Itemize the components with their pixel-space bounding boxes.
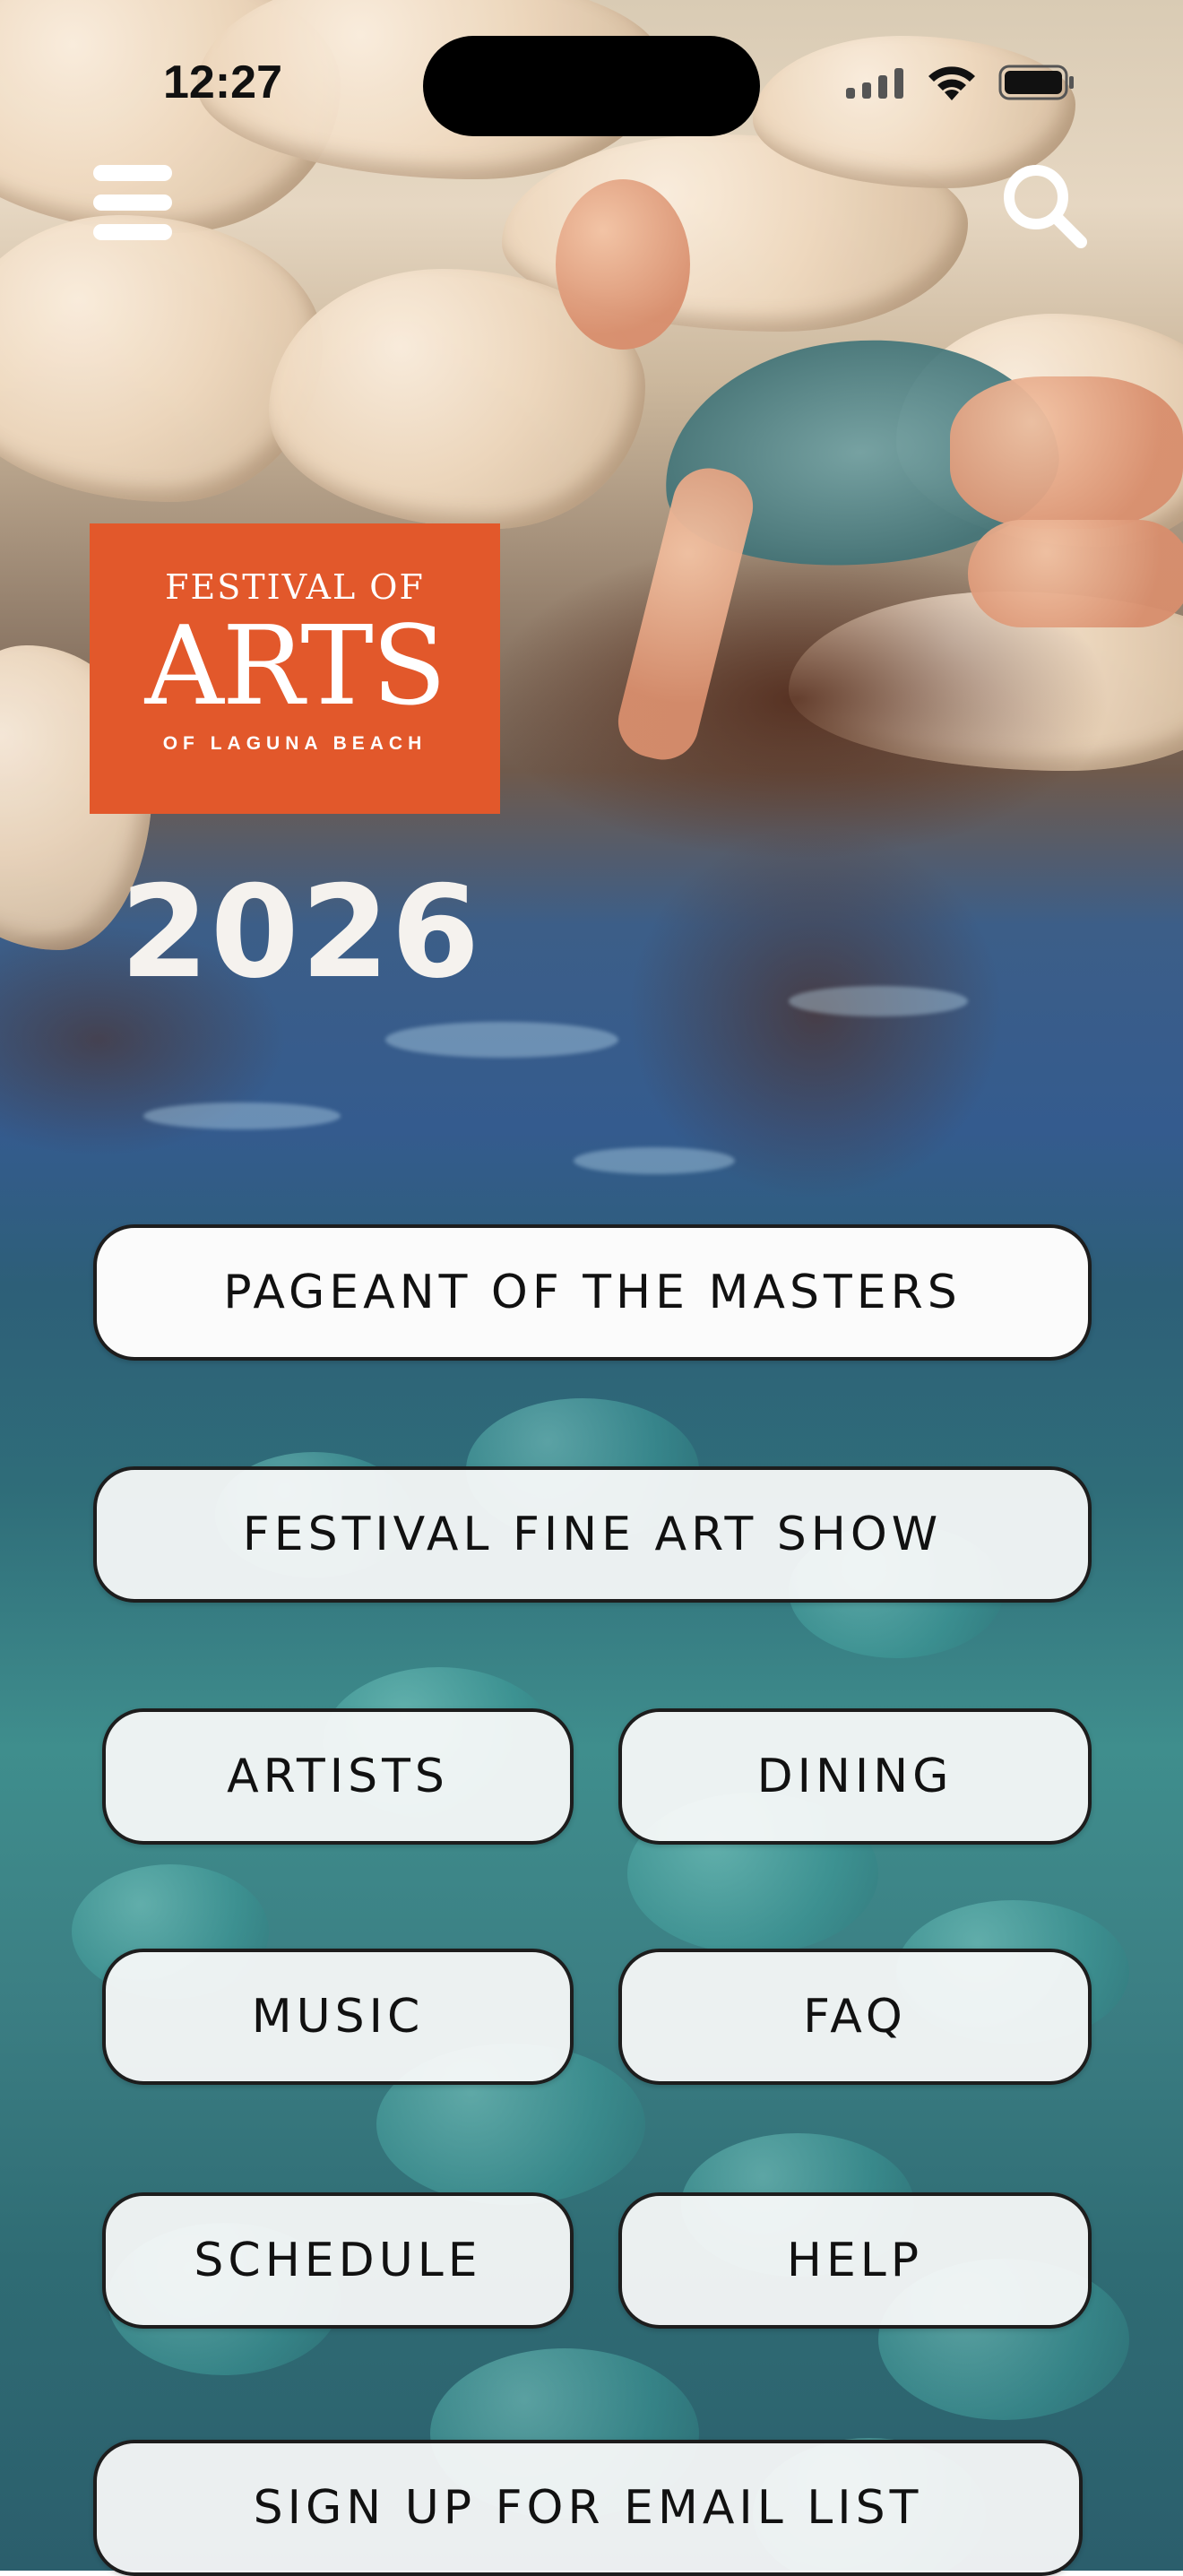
battery-icon [998, 65, 1074, 100]
logo-line-laguna-beach: OF LAGUNA BEACH [162, 733, 427, 754]
music-button[interactable]: MUSIC [102, 1949, 574, 2085]
help-button[interactable]: HELP [618, 2192, 1092, 2329]
dynamic-island [423, 36, 760, 136]
logo-line-arts: ARTS [144, 602, 447, 730]
festival-logo: FESTIVAL OF ARTS OF LAGUNA BEACH [90, 523, 500, 814]
status-icons [846, 63, 1075, 102]
year-title: 2026 [120, 859, 482, 1007]
email-signup-button[interactable]: SIGN UP FOR EMAIL LIST [93, 2440, 1083, 2576]
cellular-signal-icon [846, 68, 903, 99]
festival-fine-art-show-button[interactable]: FESTIVAL FINE ART SHOW [93, 1466, 1092, 1603]
pageant-of-the-masters-button[interactable]: PAGEANT OF THE MASTERS [93, 1224, 1092, 1361]
wifi-icon [928, 66, 975, 100]
faq-button[interactable]: FAQ [618, 1949, 1092, 2085]
artists-button[interactable]: ARTISTS [102, 1708, 574, 1845]
search-icon[interactable] [997, 158, 1090, 251]
status-time: 12:27 [163, 56, 282, 108]
dining-button[interactable]: DINING [618, 1708, 1092, 1845]
schedule-button[interactable]: SCHEDULE [102, 2192, 574, 2329]
hamburger-menu-icon[interactable] [90, 160, 176, 246]
logo-line-festival-of: FESTIVAL OF [165, 567, 425, 607]
